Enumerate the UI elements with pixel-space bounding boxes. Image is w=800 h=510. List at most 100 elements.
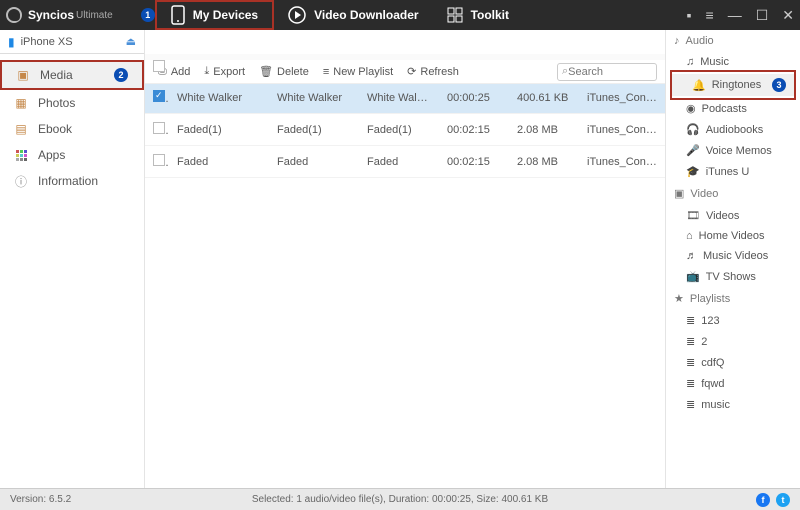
status-bar: Version: 6.5.2 Selected: 1 audio/video f… <box>0 488 800 510</box>
right-item-videos[interactable]: 🎞 Videos <box>666 205 800 226</box>
device-icon <box>171 5 185 25</box>
right-item-audiobooks[interactable]: 🎧Audiobooks <box>666 119 800 140</box>
cell-size: 2.08 MB <box>509 146 579 178</box>
sidebar-item-label: Media <box>40 68 104 82</box>
add-label: Add <box>171 66 191 78</box>
right-item-music[interactable]: ♫Music <box>666 52 800 72</box>
nav-my-devices-label: My Devices <box>193 8 258 22</box>
right-item-playlist[interactable]: ≣music <box>666 394 800 415</box>
film-icon: 🎞 <box>686 209 700 222</box>
music-icon: ♫ <box>686 56 694 68</box>
grid-icon <box>447 7 463 23</box>
app-edition: Ultimate <box>76 10 113 21</box>
eject-icon[interactable]: ⏏ <box>126 35 136 48</box>
cell-album: Faded <box>359 146 439 178</box>
right-item-label: Podcasts <box>702 103 792 115</box>
right-item-label: TV Shows <box>706 271 792 283</box>
row-checkbox[interactable] <box>153 122 165 134</box>
cell-path: iTunes_Control/... <box>579 82 665 114</box>
right-item-playlist[interactable]: ≣ 123 <box>666 310 800 331</box>
right-item-podcasts[interactable]: ◉Podcasts <box>666 98 800 119</box>
home-icon: ⌂ <box>686 230 693 242</box>
headphones-icon: 🎧 <box>686 123 700 136</box>
tv-icon: 📺 <box>686 270 700 283</box>
new-playlist-label: New Playlist <box>333 66 393 78</box>
group-video[interactable]: ▣ Video <box>666 182 800 205</box>
new-playlist-button[interactable]: ≡New Playlist <box>318 66 398 78</box>
export-label: Export <box>213 66 245 78</box>
book-icon: ▤ <box>14 122 28 136</box>
right-item-voice-memos[interactable]: 🎤Voice Memos <box>666 140 800 161</box>
sidebar-item-ebook[interactable]: ▤ Ebook <box>0 116 144 142</box>
right-item-playlist[interactable]: ≣2 <box>666 331 800 352</box>
right-item-home-videos[interactable]: ⌂Home Videos <box>666 226 800 246</box>
sidebar-item-apps[interactable]: Apps <box>0 142 144 168</box>
cell-artist: White Walker <box>269 82 359 114</box>
group-video-label: Video <box>690 188 718 200</box>
chat-icon[interactable]: ▪ <box>687 7 692 23</box>
row-checkbox[interactable] <box>153 90 165 102</box>
content-toolbar: ⎙Add ⤓Export 🗑Delete ≡New Playlist ⟳Refr… <box>145 60 665 84</box>
right-item-ringtones[interactable]: 🔔Ringtones 3 <box>672 74 794 96</box>
search-input[interactable] <box>568 66 638 78</box>
cell-album: White Walker <box>359 82 439 114</box>
group-audio-label: Audio <box>686 35 714 47</box>
menu-icon[interactable]: ≡ <box>706 7 714 23</box>
right-item-label: fqwd <box>701 378 792 390</box>
cell-title: White Walker <box>169 82 269 114</box>
list-icon: ≣ <box>686 356 695 369</box>
nav-toolkit[interactable]: Toolkit <box>433 0 523 30</box>
close-icon[interactable]: ✕ <box>782 7 794 24</box>
right-item-label: 123 <box>701 315 792 327</box>
right-item-music-videos[interactable]: ♬Music Videos <box>666 246 800 266</box>
right-item-itunesu[interactable]: 🎓iTunes U <box>666 161 800 182</box>
right-item-label: Videos <box>706 210 792 222</box>
right-item-label: cdfQ <box>701 357 792 369</box>
list-icon: ≣ <box>686 335 695 348</box>
grad-cap-icon: 🎓 <box>686 165 700 178</box>
titlebar: Syncios Ultimate 1 My Devices Video Down… <box>0 0 800 30</box>
list-icon: ≣ <box>686 398 695 411</box>
search-box[interactable]: ⌕ <box>557 63 657 81</box>
sidebar-item-media[interactable]: ▣ Media 2 <box>0 60 144 90</box>
photos-icon: ▦ <box>14 96 28 110</box>
star-icon: ★ <box>674 292 684 305</box>
right-item-playlist[interactable]: ≣ cdfQ <box>666 352 800 373</box>
note-icon: ♬ <box>686 250 697 262</box>
table-row[interactable]: White WalkerWhite WalkerWhite Walker00:0… <box>145 82 665 114</box>
table-row[interactable]: FadedFadedFaded00:02:152.08 MBiTunes_Con… <box>145 146 665 178</box>
delete-button[interactable]: 🗑Delete <box>254 65 314 78</box>
nav-video-downloader-label: Video Downloader <box>314 8 418 22</box>
nav-video-downloader[interactable]: Video Downloader <box>274 0 432 30</box>
group-audio[interactable]: ♪Audio <box>666 30 800 52</box>
right-item-label: 2 <box>701 336 792 348</box>
list-icon: ≣ <box>686 314 695 327</box>
sidebar-item-label: Information <box>38 174 130 188</box>
bell-icon: 🔔 <box>692 79 706 92</box>
right-item-playlist[interactable]: ≣fqwd <box>666 373 800 394</box>
delete-label: Delete <box>277 66 309 78</box>
sidebar-item-photos[interactable]: ▦ Photos <box>0 90 144 116</box>
table-row[interactable]: Faded(1)Faded(1)Faded(1)00:02:152.08 MBi… <box>145 114 665 146</box>
app-brand: Syncios <box>28 8 74 22</box>
device-bar[interactable]: ▮ iPhone XS ⏏ <box>0 30 144 54</box>
facebook-icon[interactable]: f <box>756 493 770 507</box>
twitter-icon[interactable]: t <box>776 493 790 507</box>
cell-album: Faded(1) <box>359 114 439 146</box>
refresh-button[interactable]: ⟳Refresh <box>402 65 464 78</box>
phone-icon: ▮ <box>8 35 15 49</box>
export-button[interactable]: ⤓Export <box>199 65 250 78</box>
maximize-icon[interactable]: ☐ <box>756 7 769 24</box>
cell-size: 2.08 MB <box>509 114 579 146</box>
minimize-icon[interactable]: — <box>728 7 742 23</box>
sidebar-item-information[interactable]: ⓘ Information <box>0 168 144 194</box>
right-item-tv-shows[interactable]: 📺 TV Shows <box>666 266 800 287</box>
group-playlists[interactable]: ★Playlists <box>666 287 800 310</box>
cell-time: 00:02:15 <box>439 114 509 146</box>
nav-toolkit-label: Toolkit <box>471 8 509 22</box>
video-icon: ▣ <box>674 187 684 200</box>
nav-my-devices[interactable]: My Devices <box>155 0 274 30</box>
row-checkbox[interactable] <box>153 154 165 166</box>
select-all-checkbox[interactable] <box>153 60 165 72</box>
cell-title: Faded(1) <box>169 114 269 146</box>
